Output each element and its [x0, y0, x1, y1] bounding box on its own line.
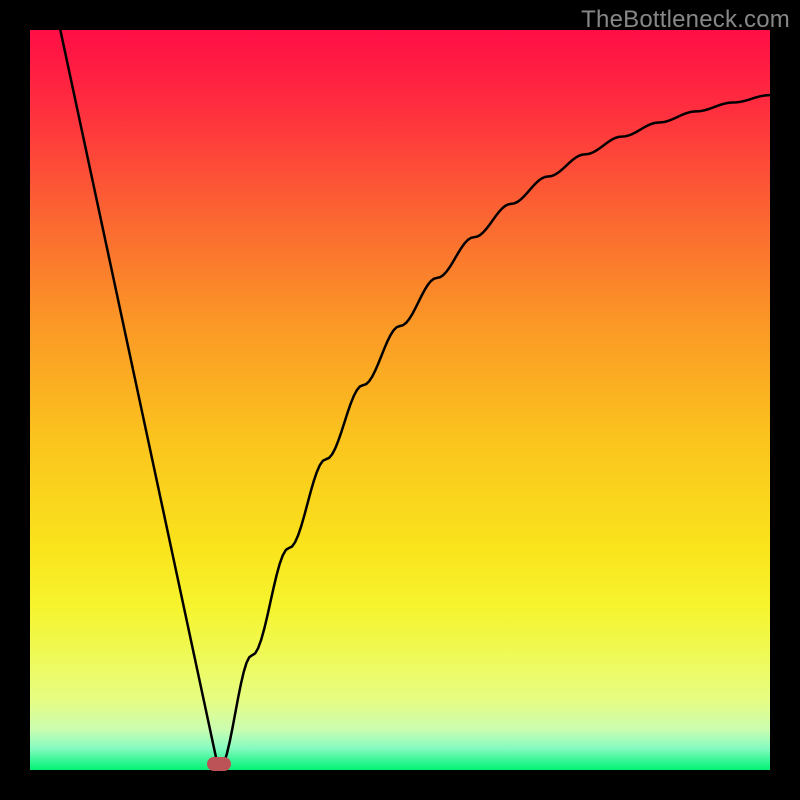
chart-background: [30, 30, 770, 770]
watermark-text: TheBottleneck.com: [581, 6, 790, 34]
minimum-marker: [207, 757, 231, 771]
chart-plot: [30, 30, 770, 770]
chart-frame: [30, 30, 770, 770]
